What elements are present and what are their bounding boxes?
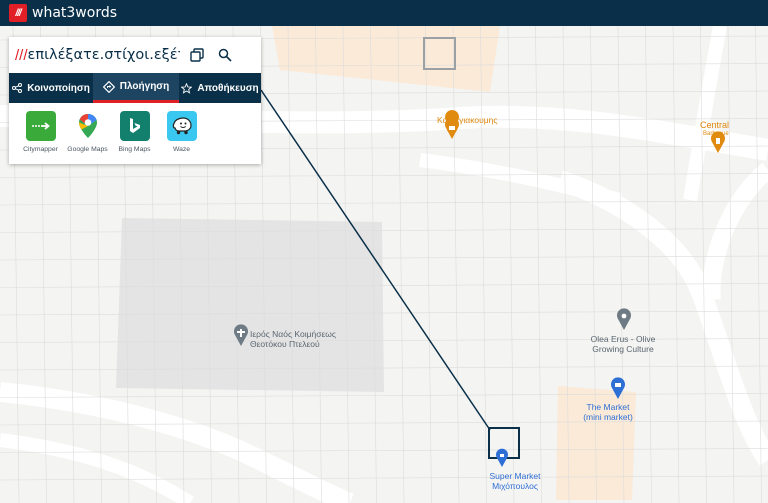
citymapper-label: Citymapper [23, 146, 58, 153]
supermarket-label-line1[interactable]: Super Market [482, 471, 548, 481]
star-icon [181, 82, 193, 94]
w3w-slashes: /// [15, 46, 28, 64]
share-icon [12, 83, 23, 93]
supermarket-label-line2[interactable]: Μιχόπουλος [482, 481, 548, 491]
barbecue-label[interactable]: Barbecue [703, 129, 729, 139]
tab-save-label: Αποθήκευση [197, 82, 259, 94]
market-label-line2[interactable]: (mini market) [575, 412, 641, 422]
app-bing-maps[interactable]: Bing Maps [111, 111, 158, 153]
navigation-apps: Citymapper Google Maps Bing Maps Waze [9, 103, 261, 153]
w3w-logo-icon[interactable]: /// [9, 4, 27, 22]
address-card: /// επιλέξατε.στίχοι.εξέτασα Κοινοποίηση… [9, 37, 261, 164]
tab-navigation[interactable]: Πλοήγηση [93, 73, 179, 103]
cafe-label[interactable]: Καφε γιακουμης [437, 115, 497, 125]
market-label-line1[interactable]: The Market [578, 402, 638, 412]
bing-maps-icon [119, 111, 150, 141]
app-name[interactable]: what3words [32, 5, 117, 21]
citymapper-icon [25, 111, 56, 141]
copy-icon[interactable] [186, 44, 208, 66]
google-maps-icon [72, 111, 103, 141]
church-label-line1[interactable]: Ιερός Ναός Κοιμήσεως [250, 329, 336, 339]
navigation-icon [102, 80, 115, 93]
bing-maps-label: Bing Maps [118, 146, 151, 153]
top-bar: /// what3words [0, 0, 768, 26]
olea-label-line2[interactable]: Growing Culture [575, 344, 671, 354]
app-waze[interactable]: Waze [158, 111, 205, 153]
tab-save[interactable]: Αποθήκευση [179, 73, 261, 103]
olea-label-line1[interactable]: Olea Erus - Olive [575, 334, 671, 344]
google-maps-label: Google Maps [67, 146, 108, 153]
church-label-line2[interactable]: Θεοτόκου Πτελεού [250, 339, 320, 349]
app-citymapper[interactable]: Citymapper [17, 111, 64, 153]
w3w-address[interactable]: επιλέξατε.στίχοι.εξέτασα [28, 47, 180, 63]
waze-icon [166, 111, 197, 141]
search-bar[interactable]: /// επιλέξατε.στίχοι.εξέτασα [9, 37, 261, 73]
waze-label: Waze [172, 146, 191, 153]
tab-share-label: Κοινοποίηση [27, 82, 90, 94]
tab-navigation-label: Πλοήγηση [119, 81, 170, 92]
tab-share[interactable]: Κοινοποίηση [9, 73, 93, 103]
action-tabs: Κοινοποίηση Πλοήγηση Αποθήκευση [9, 73, 261, 103]
app-google-maps[interactable]: Google Maps [64, 111, 111, 153]
search-icon[interactable] [214, 44, 236, 66]
